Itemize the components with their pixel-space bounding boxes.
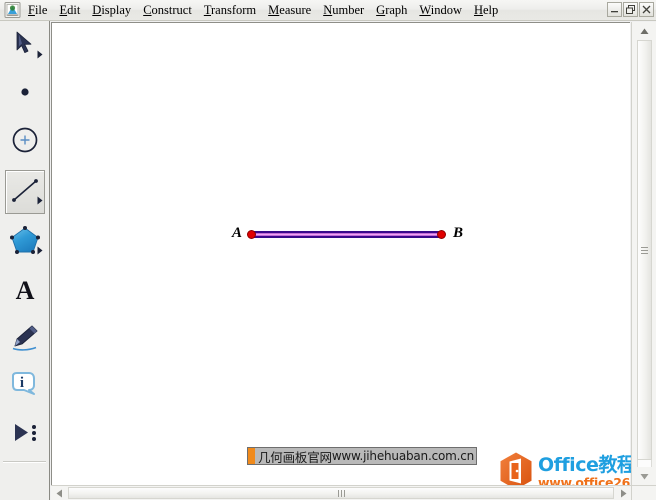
segment-core: [251, 234, 441, 235]
menu-item-edit[interactable]: Edit: [53, 1, 86, 20]
segment-ab[interactable]: [251, 231, 441, 238]
sketchpad-window: File Edit Display Construct Transform Measure…: [0, 0, 656, 500]
site-watermark-cn: 几何画板官网: [258, 449, 332, 465]
point-label-a[interactable]: A: [232, 226, 242, 241]
info-bubble-icon: i: [10, 371, 40, 404]
minimize-button[interactable]: [607, 2, 622, 17]
point-dot-icon: [19, 85, 31, 103]
letter-a-icon: A: [12, 275, 38, 308]
scroll-left-button[interactable]: [51, 486, 67, 500]
compass-tool[interactable]: [0, 117, 50, 167]
site-watermark: 几何画板官网 www.jihehuaban.com.cn: [247, 447, 478, 465]
segment-stroke-bottom: [251, 236, 441, 238]
horizontal-scrollbar-thumb[interactable]: [68, 487, 614, 499]
point-tool[interactable]: [0, 71, 50, 117]
toolbox: A i: [0, 21, 50, 500]
site-watermark-url: www.jihehuaban.com.cn: [331, 449, 475, 463]
sketch-canvas-area[interactable]: A B: [51, 22, 630, 485]
scroll-down-button[interactable]: [636, 468, 653, 484]
vertical-scrollbar-thumb[interactable]: [637, 40, 652, 460]
restore-button[interactable]: [623, 2, 638, 17]
site-watermark-text: 几何画板官网 www.jihehuaban.com.cn: [255, 448, 476, 465]
scrollbar-grip-icon: [337, 489, 345, 497]
menu-item-display[interactable]: Display: [86, 1, 137, 20]
vertical-scrollbar[interactable]: [631, 22, 656, 485]
information-tool[interactable]: i: [0, 363, 50, 411]
chevron-right-icon[interactable]: [37, 242, 43, 260]
scroll-right-button[interactable]: [615, 486, 631, 500]
sketch-canvas[interactable]: A B: [52, 23, 630, 485]
straightedge-tool[interactable]: [0, 167, 50, 217]
chevron-right-icon[interactable]: [37, 192, 43, 210]
menu-bar: File Edit Display Construct Transform Measure…: [0, 0, 656, 21]
point-a[interactable]: [247, 230, 256, 239]
point-b[interactable]: [437, 230, 446, 239]
window-controls: [607, 2, 654, 17]
horizontal-scrollbar[interactable]: [51, 485, 631, 500]
menu-item-construct[interactable]: Construct: [137, 1, 198, 20]
point-label-b[interactable]: B: [453, 226, 463, 241]
site-watermark-bar: [248, 448, 255, 464]
marker-pen-icon: [10, 323, 40, 356]
marker-tool[interactable]: [0, 315, 50, 363]
arrow-cursor-icon: [14, 31, 36, 62]
menu-item-graph[interactable]: Graph: [370, 1, 413, 20]
sketchpad-app-icon[interactable]: [2, 1, 22, 20]
circle-compass-icon: [11, 126, 39, 159]
menu-items: File Edit Display Construct Transform Measure…: [22, 0, 504, 20]
polygon-tool[interactable]: [0, 217, 50, 267]
menu-item-help[interactable]: Help: [468, 1, 504, 20]
menu-item-window[interactable]: Window: [413, 1, 468, 20]
text-tool[interactable]: A: [0, 267, 50, 315]
play-triangle-icon: [10, 421, 40, 450]
close-button[interactable]: [639, 2, 654, 17]
custom-tool[interactable]: [0, 411, 50, 459]
scroll-up-button[interactable]: [636, 23, 653, 39]
arrow-select-tool[interactable]: [0, 21, 50, 71]
menu-item-number[interactable]: Number: [317, 1, 370, 20]
svg-text:A: A: [16, 276, 35, 303]
scrollbar-corner: [631, 485, 656, 500]
menu-item-file[interactable]: File: [22, 1, 53, 20]
chevron-right-icon[interactable]: [37, 46, 43, 64]
svg-text:i: i: [20, 375, 24, 391]
scrollbar-grip-icon: [641, 245, 648, 256]
menu-item-transform[interactable]: Transform: [198, 1, 262, 20]
menu-item-measure[interactable]: Measure: [262, 1, 317, 20]
toolbox-divider: [3, 461, 46, 463]
segment-line-icon: [10, 176, 40, 209]
